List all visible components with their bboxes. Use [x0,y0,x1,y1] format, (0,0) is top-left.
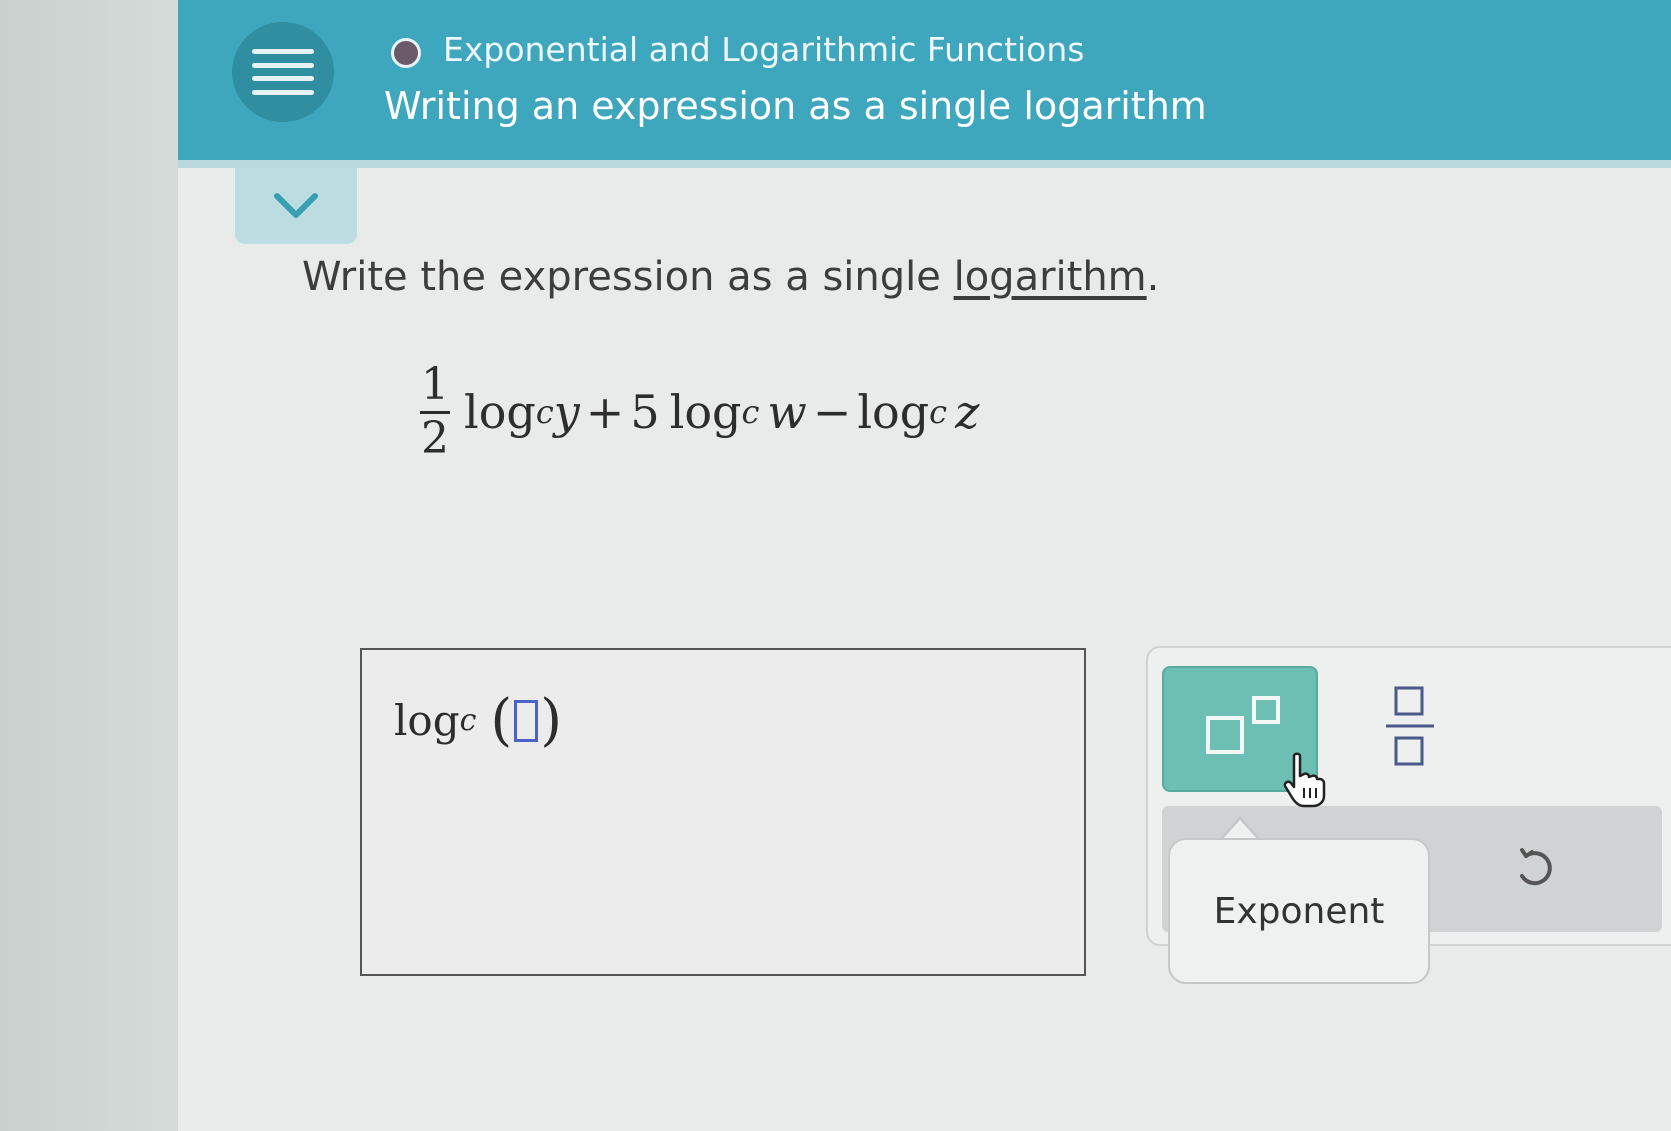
topic-status-dot [391,38,421,68]
left-background [0,0,178,1131]
answer-close-paren: ) [540,688,563,753]
instruction-period: . [1146,254,1160,300]
answer-input-slot[interactable] [514,699,539,742]
undo-icon [1520,848,1552,886]
collapse-button[interactable] [235,168,357,244]
fraction-icon [1386,686,1434,766]
log-base-2: c [741,393,760,431]
header-divider [178,160,1671,168]
answer-log-base: c [459,703,477,738]
menu-button[interactable] [232,22,334,122]
answer-open-paren: ( [490,688,513,753]
log-base-1: c [535,393,554,431]
minus-operator: − [812,385,852,439]
plus-operator: + [585,385,625,439]
header-bar [178,0,1671,160]
log-term-2: log [669,385,742,439]
log-term-1: log [464,385,536,439]
variable-w: w [767,385,807,439]
problem-expression: 1 2 log c y + 5 log c w − log c z [420,352,979,472]
page-title: Writing an expression as a single logari… [384,84,1207,128]
answer-expression: log c ( ) [394,688,564,753]
variable-y: y [553,385,580,439]
hamburger-menu-icon [252,49,314,95]
exponent-tooltip: Exponent [1168,838,1430,984]
undo-button[interactable] [1512,846,1556,894]
logarithm-link[interactable]: logarithm [954,254,1147,300]
chevron-down-icon [274,193,318,218]
topic-label: Exponential and Logarithmic Functions [443,30,1085,69]
log-term-3: log [857,385,930,439]
instruction-text: Write the expression as a single [302,254,954,300]
variable-z: z [955,385,980,439]
fraction-denominator: 2 [421,412,449,464]
fraction-button[interactable] [1382,684,1438,770]
coefficient-5: 5 [630,385,660,439]
fraction-numerator: 1 [421,359,449,411]
fraction-one-half: 1 2 [420,362,450,461]
hand-pointer-icon [1282,752,1328,810]
log-base-3: c [929,393,948,431]
problem-instruction: Write the expression as a single logarit… [302,254,1159,300]
tooltip-label: Exponent [1213,890,1385,932]
answer-log: log [394,696,460,745]
